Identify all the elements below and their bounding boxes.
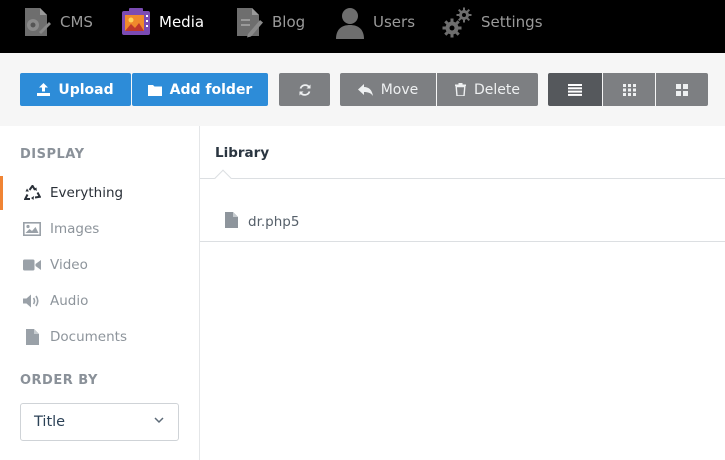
header-pointer bbox=[214, 169, 232, 187]
nav-label-cms: CMS bbox=[60, 13, 93, 31]
chevron-down-icon bbox=[154, 417, 164, 424]
header-divider bbox=[200, 178, 725, 179]
sidebar-item-video[interactable]: Video bbox=[0, 248, 199, 282]
media-icon bbox=[119, 5, 153, 39]
file-icon bbox=[225, 212, 238, 232]
move-button[interactable]: Move bbox=[340, 73, 436, 106]
order-by-heading: ORDER BY bbox=[20, 373, 98, 388]
recycle-icon bbox=[20, 185, 44, 201]
nav-item-settings[interactable]: Settings bbox=[441, 0, 543, 44]
sidebar-label-everything: Everything bbox=[50, 185, 124, 201]
folder-icon bbox=[147, 84, 162, 96]
sidebar-label-images: Images bbox=[50, 221, 100, 237]
file-name: dr.php5 bbox=[248, 214, 300, 230]
library-title: Library bbox=[215, 145, 270, 161]
user-icon bbox=[333, 5, 367, 39]
sidebar-item-everything[interactable]: Everything bbox=[0, 176, 199, 210]
delete-label: Delete bbox=[474, 81, 520, 98]
cms-icon bbox=[20, 5, 54, 39]
add-folder-button[interactable]: Add folder bbox=[132, 73, 268, 106]
document-icon bbox=[20, 329, 44, 345]
media-toolbar: Upload Add folder Move Delete bbox=[0, 53, 725, 126]
nav-label-settings: Settings bbox=[481, 13, 543, 31]
list-view-icon bbox=[568, 83, 582, 96]
nav-item-media[interactable]: Media bbox=[119, 0, 204, 44]
sidebar-label-audio: Audio bbox=[50, 293, 89, 309]
library-panel: Library dr.php5 bbox=[200, 126, 725, 460]
top-navigation: CMS Media Blog Users Settings bbox=[0, 0, 725, 53]
add-folder-label: Add folder bbox=[169, 81, 253, 98]
nav-item-cms[interactable]: CMS bbox=[20, 0, 93, 44]
nav-item-users[interactable]: Users bbox=[333, 0, 415, 44]
small-grid-view-button[interactable] bbox=[603, 73, 655, 106]
sidebar-label-video: Video bbox=[50, 257, 88, 273]
grid-large-view-icon bbox=[676, 83, 688, 96]
video-icon bbox=[20, 259, 44, 271]
sidebar-label-documents: Documents bbox=[50, 329, 127, 345]
settings-gears-icon bbox=[441, 5, 475, 39]
nav-item-blog[interactable]: Blog bbox=[232, 0, 305, 44]
upload-icon bbox=[37, 83, 51, 96]
list-view-button[interactable] bbox=[548, 73, 602, 106]
trash-icon bbox=[455, 83, 466, 96]
blog-icon bbox=[232, 5, 266, 39]
image-icon bbox=[20, 222, 44, 236]
sidebar-item-images[interactable]: Images bbox=[0, 212, 199, 246]
grid-small-view-icon bbox=[622, 83, 636, 96]
reply-arrow-icon bbox=[357, 83, 373, 96]
display-sidebar: DISPLAY Everything Images Video Audio Do… bbox=[0, 126, 200, 460]
delete-button[interactable]: Delete bbox=[437, 73, 538, 106]
refresh-icon bbox=[299, 83, 310, 96]
audio-icon bbox=[20, 294, 44, 308]
refresh-button[interactable] bbox=[279, 73, 330, 106]
list-item[interactable]: dr.php5 bbox=[200, 204, 725, 240]
row-divider bbox=[200, 241, 725, 242]
order-by-value: Title bbox=[34, 414, 66, 430]
nav-label-users: Users bbox=[373, 13, 416, 31]
order-by-select[interactable]: Title bbox=[20, 403, 179, 441]
move-label: Move bbox=[380, 81, 419, 98]
large-grid-view-button[interactable] bbox=[656, 73, 708, 106]
upload-button[interactable]: Upload bbox=[20, 73, 131, 106]
upload-label: Upload bbox=[58, 81, 114, 98]
display-heading: DISPLAY bbox=[20, 147, 85, 162]
nav-label-blog: Blog bbox=[272, 13, 306, 31]
nav-label-media: Media bbox=[159, 13, 205, 31]
sidebar-item-documents[interactable]: Documents bbox=[0, 320, 199, 354]
sidebar-item-audio[interactable]: Audio bbox=[0, 284, 199, 318]
